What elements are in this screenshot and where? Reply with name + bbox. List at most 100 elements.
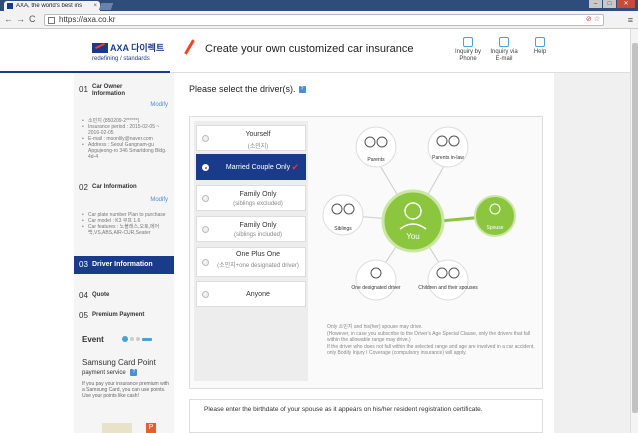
help-icon[interactable]: ? [298,86,306,94]
option-label: Family Only [239,222,277,229]
parents-label: Parents [367,157,385,163]
step-number: 05 [79,311,88,320]
option-yourself[interactable]: Yourself (소민지) [196,125,306,151]
browser-tab[interactable]: AXA, the world's best ins × [4,1,100,11]
driver-options: Yourself (소민지) Married Couple Only ✔ Fam… [194,121,308,381]
back-icon[interactable]: ← [4,14,13,25]
main-content: Please select the driver(s).? Yourself (… [174,73,554,433]
carousel-dot-active[interactable] [122,336,128,342]
modify-car-link[interactable]: Modify [150,197,168,203]
carousel-dots[interactable] [122,336,152,342]
you-node: You [381,189,445,253]
option-label: Anyone [246,291,270,298]
maximize-icon[interactable]: □ [603,0,616,8]
menu-icon[interactable]: ≡ [628,15,633,25]
owner-info-list: 소민지 (850209-2******) Insurance period : … [82,118,172,160]
option-married-couple[interactable]: Married Couple Only ✔ [196,154,306,180]
modify-owner-link[interactable]: Modify [150,102,168,108]
event-card-title: Samsung Card Point [82,358,156,367]
children-label: Children and their spouses [418,285,478,291]
list-item: Car features : 노블레스,오토,에어백,VS,ABS,AIR-CU… [82,224,172,236]
option-label: One Plus One [236,251,280,258]
carousel-bar[interactable] [142,337,152,341]
samsung-card-image [102,423,132,433]
forward-icon[interactable]: → [16,14,25,25]
option-sublabel: (소민지+one designated driver) [217,263,299,269]
radio-button[interactable] [202,135,209,142]
siblings-node: Siblings [322,194,364,236]
carousel-dot[interactable] [130,337,134,341]
spouse-birthdate-section: Please enter the birthdate of your spous… [189,399,543,433]
axa-logo[interactable]: AXA 다이렉트 redefining / standards [92,41,164,62]
carousel-dot[interactable] [136,337,140,341]
reload-icon[interactable]: C [29,14,36,25]
step-number: 04 [79,291,88,300]
option-anyone[interactable]: Anyone [196,281,306,307]
site-header: AXA 다이렉트 redefining / standards Create y… [0,29,630,73]
note-line: If the driver who does not fall within t… [327,343,535,357]
event-card-description: If you pay your insurance premium with a… [82,381,169,400]
points-badge-icon: P [146,423,156,433]
list-item: Insurance period : 2015-02-05 ~ 2016-02-… [82,124,172,136]
option-label: Married Couple Only [225,164,291,171]
option-family-excluded[interactable]: Family Only (siblings excluded) [196,185,306,211]
spouse-label: Spouse [487,225,504,231]
step-number: 01 [79,85,88,94]
header-links: Inquiry by Phone Inquiry via E-mail Help [454,37,554,63]
radio-button[interactable] [202,291,209,298]
event-banner[interactable]: Event Samsung Card Point payment service… [82,335,172,433]
driver-selection-panel: Yourself (소민지) Married Couple Only ✔ Fam… [189,116,543,389]
section-title: Please select the driver(s).? [189,84,306,94]
step-driver-info[interactable]: 03 Driver Information [74,256,180,274]
minimize-icon[interactable]: – [589,0,602,8]
you-label: You [406,232,420,241]
url-input[interactable]: https://axa.co.kr ⊘ ☆ [44,14,604,26]
option-label: Family Only [239,191,277,198]
inquiry-email-link[interactable]: Inquiry via E-mail [490,37,518,63]
tab-close-icon[interactable]: × [93,3,97,9]
step-title: Premium Payment [92,312,145,318]
parents-in-law-node: Parents in-law [427,126,469,168]
blocked-icon[interactable]: ⊘ ☆ [586,15,600,25]
inquiry-phone-link[interactable]: Inquiry by Phone [454,37,482,63]
car-info-list: Car plate number Plan to purchase Car mo… [82,212,172,236]
parents-node: Parents [355,126,397,168]
phone-icon [463,37,473,47]
help-link[interactable]: Help [526,37,554,63]
scrollbar-thumb[interactable] [632,43,638,413]
close-icon[interactable]: ✕ [617,0,635,8]
spouse-node: Spouse [474,195,516,237]
birthdate-prompt: Please enter the birthdate of your spous… [204,406,483,413]
new-tab-button[interactable] [98,3,114,10]
children-node: Children and their spouses [418,259,478,301]
red-slash-icon [184,39,195,55]
right-margin-area [554,73,630,433]
check-icon: ✔ [291,162,299,172]
browser-tabbar: AXA, the world's best ins × – □ ✕ [0,0,638,11]
option-family-included[interactable]: Family Only (siblings included) [196,216,306,242]
page-title: Create your own customized car insurance [205,43,414,55]
list-item: Address : Seoul Gangnam-gu Apgujeong-ro … [82,142,172,160]
step-number: 03 [79,260,88,269]
radio-button[interactable] [202,259,209,266]
radio-button[interactable] [202,226,209,233]
logo-text: AXA 다이렉트 [109,43,165,53]
option-one-plus-one[interactable]: One Plus One (소민지+one designated driver) [196,247,306,277]
one-designated-label: One designated driver [351,285,401,291]
radio-button-selected[interactable] [202,164,209,171]
step-title: Driver Information [92,261,153,268]
event-card-subtitle: payment service ? [82,369,172,376]
scrollbar[interactable] [630,29,638,433]
step-title: Car Owner Information [92,84,125,97]
inquiry-email-label: Inquiry via E-mail [490,49,518,62]
option-sublabel: (siblings included) [233,232,283,238]
help-book-icon [535,37,545,47]
window-controls: – □ ✕ [589,0,635,8]
option-sublabel: (소민지) [247,144,269,150]
radio-button[interactable] [202,195,209,202]
page-icon [48,17,55,24]
step-title: Quote [92,292,110,298]
logo-tagline: redefining / standards [92,56,150,62]
help-icon[interactable]: ? [130,369,138,376]
driver-notes: Only 소민지 and his(her) spouse may drive. … [327,324,542,357]
